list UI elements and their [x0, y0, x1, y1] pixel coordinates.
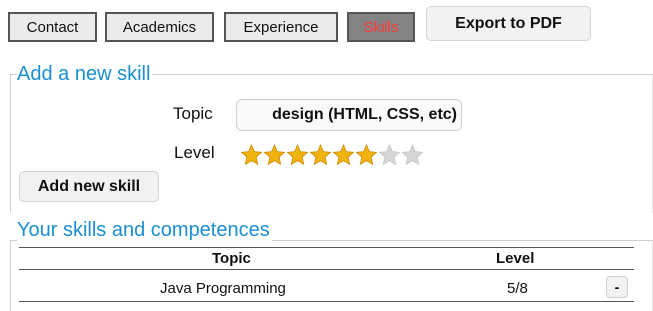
- row-topic: Java Programming: [160, 280, 286, 297]
- star-filled-icon[interactable]: [355, 143, 378, 166]
- star-filled-icon[interactable]: [240, 143, 263, 166]
- topic-select[interactable]: design (HTML, CSS, etc): [236, 99, 462, 131]
- level-star-rating[interactable]: [240, 143, 424, 166]
- topic-select-value: design (HTML, CSS, etc): [272, 106, 457, 123]
- table-top-rule: [19, 247, 634, 248]
- add-skill-legend: Add a new skill: [17, 63, 153, 85]
- topic-label: Topic: [173, 104, 213, 123]
- tab-skills[interactable]: Skills: [347, 12, 415, 42]
- level-label: Level: [174, 143, 215, 162]
- star-filled-icon[interactable]: [263, 143, 286, 166]
- column-header-topic: Topic: [212, 250, 251, 267]
- export-to-pdf-button[interactable]: Export to PDF: [426, 6, 591, 41]
- tab-experience[interactable]: Experience: [224, 12, 338, 42]
- column-header-level: Level: [496, 250, 535, 267]
- table-bottom-rule: [19, 301, 634, 302]
- tab-contact[interactable]: Contact: [8, 12, 97, 42]
- star-filled-icon[interactable]: [332, 143, 355, 166]
- star-filled-icon[interactable]: [286, 143, 309, 166]
- row-level: 5/8: [507, 280, 528, 297]
- star-empty-icon[interactable]: [378, 143, 401, 166]
- add-new-skill-button[interactable]: Add new skill: [19, 171, 159, 202]
- skills-list-legend: Your skills and competences: [17, 219, 272, 241]
- remove-skill-button[interactable]: -: [606, 276, 628, 298]
- table-header-rule: [19, 269, 634, 270]
- star-filled-icon[interactable]: [309, 143, 332, 166]
- tab-academics[interactable]: Academics: [105, 12, 214, 42]
- star-empty-icon[interactable]: [401, 143, 424, 166]
